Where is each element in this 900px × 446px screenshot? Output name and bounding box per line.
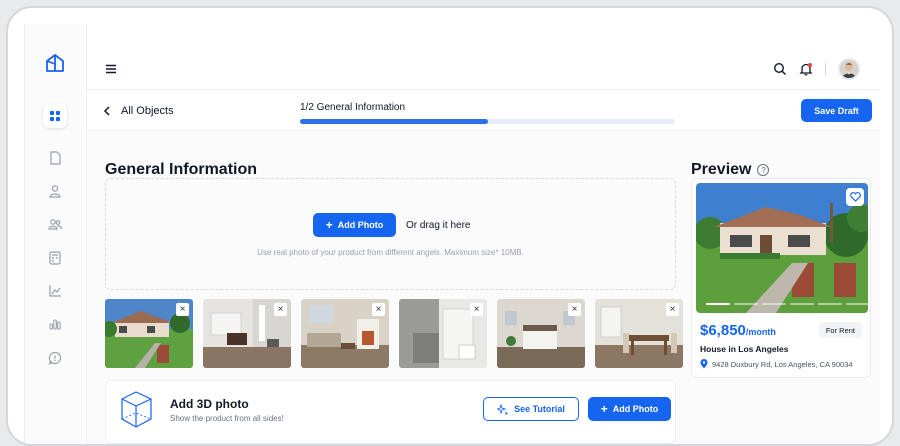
chart-line-icon[interactable] — [47, 283, 63, 299]
add-3d-photo-label: Add Photo — [612, 404, 659, 414]
add-photo-label: Add Photo — [337, 220, 384, 230]
app-window: All Objects 1/2 General Information Save… — [24, 24, 880, 444]
hamburger-icon[interactable] — [105, 63, 117, 75]
photo-dropzone[interactable]: + Add Photo Or drag it here Use real pho… — [105, 178, 676, 290]
sparkle-icon — [497, 403, 509, 415]
calculator-icon[interactable] — [47, 250, 63, 266]
location-pin-icon — [700, 359, 708, 369]
help-icon[interactable]: ? — [757, 164, 770, 176]
cube-icon — [121, 391, 152, 428]
photo-thumbnail[interactable]: × — [203, 299, 291, 368]
remove-photo-button[interactable]: × — [666, 303, 679, 316]
bell-icon[interactable] — [799, 62, 813, 76]
search-icon[interactable] — [773, 62, 787, 76]
chevron-left-icon — [103, 106, 110, 116]
bar-chart-icon[interactable] — [47, 316, 63, 332]
remove-photo-button[interactable]: × — [568, 303, 581, 316]
device-frame: All Objects 1/2 General Information Save… — [6, 6, 894, 446]
photo-thumbnail[interactable]: × — [105, 299, 193, 368]
listing-name: House in Los Angeles — [700, 344, 789, 354]
carousel-indicators — [706, 303, 868, 305]
chat-alert-icon[interactable] — [47, 350, 63, 366]
progress-fill — [300, 119, 488, 124]
listing-price: $6,850/month — [700, 322, 776, 339]
listing-address: 9428 Duxbury Rd, Los Angeles, CA 90034 — [700, 359, 853, 369]
add-3d-photo-button[interactable]: + Add Photo — [588, 397, 671, 421]
address-text: 9428 Duxbury Rd, Los Angeles, CA 90034 — [712, 359, 853, 369]
dashboard-icon[interactable] — [47, 108, 63, 124]
photo-thumbnails: × × × × × × — [105, 299, 683, 368]
price-unit: /month — [745, 327, 776, 337]
house-logo-icon[interactable] — [44, 52, 66, 74]
sidebar — [25, 24, 87, 444]
add-3d-title: Add 3D photo — [170, 397, 249, 411]
progress-label: 1/2 General Information — [300, 102, 406, 113]
listing-preview-card: $6,850/month For Rent House in Los Angel… — [691, 178, 871, 378]
user-icon[interactable] — [47, 183, 63, 199]
listing-image — [696, 183, 868, 313]
photo-thumbnail[interactable]: × — [497, 299, 585, 368]
add-photo-button[interactable]: + Add Photo — [313, 213, 396, 237]
progress-track — [300, 119, 675, 124]
house-photo — [696, 183, 868, 313]
document-icon[interactable] — [47, 150, 63, 166]
plus-icon: + — [325, 218, 333, 232]
preview-title: Preview ? — [691, 161, 770, 179]
plus-icon: + — [600, 402, 608, 416]
save-draft-button[interactable]: Save Draft — [801, 99, 872, 122]
add-3d-photo-card: Add 3D photo Show the product from all s… — [105, 380, 676, 444]
drag-label: Or drag it here — [406, 220, 471, 231]
status-badge: For Rent — [818, 322, 862, 338]
remove-photo-button[interactable]: × — [274, 303, 287, 316]
avatar[interactable] — [838, 58, 860, 80]
notification-dot — [808, 63, 812, 67]
subbar: All Objects 1/2 General Information Save… — [87, 90, 880, 131]
remove-photo-button[interactable]: × — [176, 303, 189, 316]
remove-photo-button[interactable]: × — [470, 303, 483, 316]
users-icon[interactable] — [47, 216, 63, 232]
topbar-actions — [773, 58, 860, 80]
see-tutorial-label: See Tutorial — [514, 404, 565, 414]
divider — [825, 63, 826, 75]
user-photo-icon — [840, 60, 858, 78]
photo-thumbnail[interactable]: × — [399, 299, 487, 368]
price-value: $6,850 — [700, 322, 746, 339]
preview-heading: Preview — [691, 161, 752, 178]
see-tutorial-button[interactable]: See Tutorial — [483, 397, 579, 421]
remove-photo-button[interactable]: × — [372, 303, 385, 316]
favorite-button[interactable] — [846, 188, 864, 206]
upload-hint: Use real photo of your product from diff… — [257, 248, 524, 257]
back-link[interactable]: All Objects — [103, 105, 174, 117]
heart-icon — [849, 192, 861, 202]
topbar — [87, 24, 880, 90]
step-progress: 1/2 General Information — [300, 102, 675, 124]
add-3d-subtitle: Show the product from all sides! — [170, 414, 284, 423]
back-label: All Objects — [121, 105, 174, 117]
photo-thumbnail[interactable]: × — [301, 299, 389, 368]
page-title: General Information — [105, 161, 258, 178]
photo-thumbnail[interactable]: × — [595, 299, 683, 368]
